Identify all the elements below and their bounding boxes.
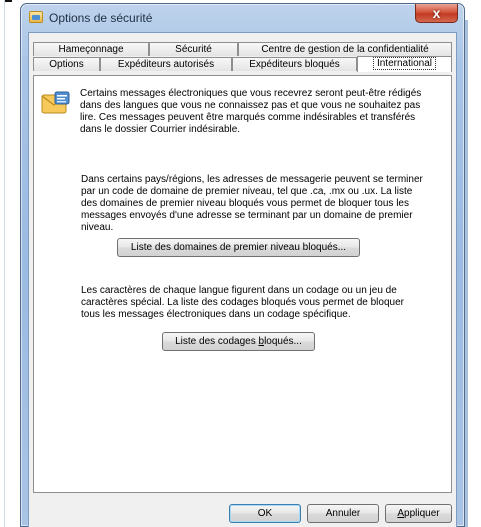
safety-envelope-icon <box>41 91 70 114</box>
text-line: Certains messages électroniques que vous… <box>80 88 422 99</box>
text-line: Dans certains pays/régions, les adresses… <box>81 174 423 185</box>
tab-label: Options <box>49 59 84 70</box>
title-bar[interactable]: Options de sécurité x <box>21 4 464 31</box>
security-options-dialog: Options de sécurité x Hameçonnage Sécuri… <box>20 3 465 527</box>
button-label-rest: ppliquer <box>404 508 440 519</box>
tab-options[interactable]: Options <box>33 57 100 71</box>
cancel-button[interactable]: Annuler <box>307 504 379 523</box>
outlook-envelope-icon <box>29 11 43 23</box>
tab-security[interactable]: Sécurité <box>149 42 238 56</box>
tab-label: Centre de gestion de la confidentialité <box>261 44 429 55</box>
text-line: des domaines de premier niveau bloqués v… <box>81 198 409 209</box>
tab-label: Hameçonnage <box>58 44 124 55</box>
tab-label: Expéditeurs autorisés <box>117 59 215 70</box>
text-line: par un code de domaine de premier niveau… <box>81 186 413 197</box>
text-line: dans des langues que vous ne connaissez … <box>80 100 421 111</box>
blocked-domains-list-button[interactable]: Liste des domaines de premier niveau blo… <box>117 238 360 257</box>
tab-international[interactable]: International <box>357 56 452 72</box>
ok-button[interactable]: OK <box>229 504 301 523</box>
apply-button[interactable]: Appliquer <box>385 504 452 523</box>
background-edge-left <box>0 0 5 527</box>
text-line: Les caractères de chaque langue figurent… <box>81 285 397 296</box>
international-tab-panel: Certains messages électroniques que vous… <box>33 75 452 493</box>
tab-label: Expéditeurs bloqués <box>249 59 340 70</box>
background-edge-right <box>465 0 481 527</box>
screen: Options de sécurité x Hameçonnage Sécuri… <box>0 0 481 527</box>
button-label-start: Liste des codages <box>175 336 259 347</box>
button-label-end: loqués... <box>264 336 302 347</box>
blocked-encodings-list-button[interactable]: Liste des codages bloqués... <box>162 332 315 351</box>
text-line: niveau. <box>81 222 114 233</box>
text-line: dans le dossier Courrier indésirable. <box>80 124 241 135</box>
close-button[interactable]: x <box>415 4 458 23</box>
text-line: tous les messages électroniques dans un … <box>81 309 351 320</box>
tab-blocked-senders[interactable]: Expéditeurs bloqués <box>232 57 357 71</box>
dialog-client-area: Hameçonnage Sécurité Centre de gestion d… <box>28 32 457 527</box>
encodings-description: Les caractères de chaque langue figurent… <box>81 285 451 321</box>
text-line: caractères spécial. La liste des codages… <box>81 297 404 308</box>
tab-privacy-center[interactable]: Centre de gestion de la confidentialité <box>238 42 452 56</box>
tab-label: Sécurité <box>175 44 212 55</box>
tab-phishing[interactable]: Hameçonnage <box>33 42 149 56</box>
window-title: Options de sécurité <box>49 11 153 25</box>
text-line: messages envoyés d'une adresse se termin… <box>81 210 413 221</box>
text-line: lire. Ces messages peuvent être marqués … <box>80 112 416 123</box>
intro-text: Certains messages électroniques que vous… <box>80 88 450 136</box>
tab-safe-senders[interactable]: Expéditeurs autorisés <box>100 57 232 71</box>
tab-label: International <box>372 57 437 70</box>
domains-description: Dans certains pays/régions, les adresses… <box>81 174 451 234</box>
